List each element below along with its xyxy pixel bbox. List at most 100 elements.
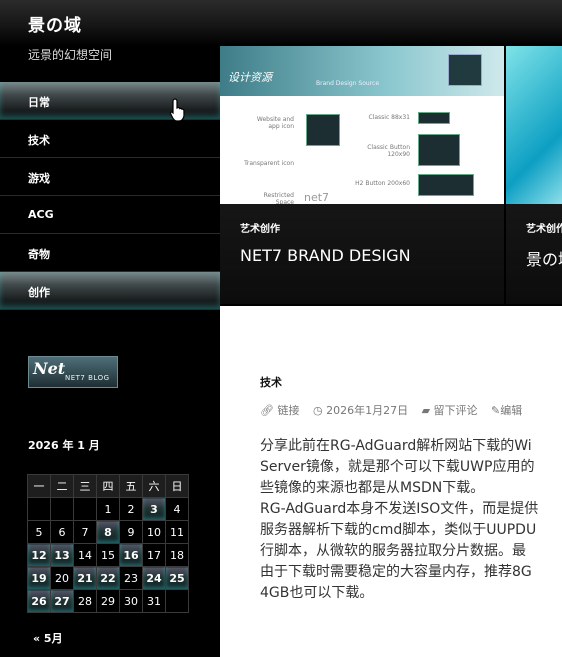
calendar-weekday: 一 [27,474,51,498]
menu-item-games[interactable]: 游戏 [0,158,220,196]
logo-wordmark: Net [33,359,66,378]
site-tagline: 远景的幻想空间 [28,48,113,62]
featured-category[interactable]: 艺术创作 [526,220,562,235]
featured-post-2[interactable]: 艺术创作 景の域 [506,46,562,304]
featured-caption: 艺术创作 景の域 [506,204,562,304]
calendar-empty-cell [50,497,74,521]
pencil-icon: ✎ [491,404,501,417]
article-line: 服务器解析下载的cmd脚本，类似于UUPDU [260,522,537,538]
article-line: 些镜像的来源也都是从MSDN下载。 [260,480,485,496]
menu-item-label: 创作 [28,286,50,299]
menu-item-label: 技术 [28,134,50,147]
featured-title[interactable]: 景の域 [526,246,562,270]
calendar-day[interactable]: 27 [50,589,74,613]
calendar-day: 28 [73,589,97,613]
calendar-week: 1234 [27,497,189,521]
calendar-day: 5 [27,520,51,544]
calendar-day[interactable]: 24 [142,566,166,590]
menu-item-acg[interactable]: ACG [0,196,220,234]
calendar-day[interactable]: 12 [27,543,51,567]
calendar-day: 17 [142,543,166,567]
post-format-link[interactable]: 🔗︎ 链接 [260,404,299,417]
logo-caption: NET7 BLOG [65,374,110,382]
post-format-label: 链接 [277,404,300,417]
menu-item-label: 游戏 [28,172,50,185]
clock-icon: ◷ [312,404,323,417]
calendar-week: 19 20 21 22 23 24 25 [27,566,189,590]
menu-item-label: ACG [28,208,54,221]
calendar-day: 18 [165,543,189,567]
calendar-weekday: 六 [142,474,166,498]
post-date: 2026年1月27日 [326,404,409,417]
image-label: Website and app icon [256,116,294,130]
featured-image-brand-design[interactable]: 设计资源 Brand Design Source Website and app… [220,46,504,204]
calendar-weekday: 二 [50,474,74,498]
calendar-day[interactable]: 13 [50,543,74,567]
image-label: Classic Button 120x90 [367,144,410,158]
featured-post-1[interactable]: 设计资源 Brand Design Source Website and app… [220,46,504,304]
site-header: 景の域 [0,0,562,46]
h2-button-icon [418,174,474,196]
menu-item-label: 日常 [28,96,50,109]
calendar-title: 2026 年 1 月 [28,439,100,452]
image-label: Restricted Space [263,192,294,204]
calendar-table: 一 二 三 四 五 六 日 1 2 3 4 5 6 7 8 9 10 11 12 13 14 15 16 17 1… [27,474,189,613]
post-date-link[interactable]: ◷ 2026年1月27日 [313,404,408,417]
menu-item-tech[interactable]: 技术 [0,120,220,158]
article-line: 4GB也可以下载。 [260,585,374,601]
calendar-day[interactable]: 25 [165,566,189,590]
article-body: 分享此前在RG-AdGuard解析网站下载的Wi Server镜像，就是那个可以… [260,436,562,604]
calendar-day[interactable]: 22 [96,566,120,590]
calendar-day: 20 [50,566,74,590]
calendar-day[interactable]: 3 [142,497,166,521]
calendar-weekday: 五 [119,474,143,498]
calendar-empty-cell [165,589,189,613]
net7-blog-logo[interactable]: Net NET7 BLOG [28,356,118,388]
featured-caption: 艺术创作 NET7 BRAND DESIGN [220,204,504,304]
featured-category[interactable]: 艺术创作 [240,220,280,235]
calendar-day: 11 [165,520,189,544]
article: 技术 🔗︎ 链接 ◷ 2026年1月27日 ▰ 留下评论 ✎编辑 分享此前在RG… [220,306,562,657]
calendar-prev-link[interactable]: « 5月 [33,630,63,646]
menu-item-creation[interactable]: 创作 [0,272,220,310]
article-line: 由于下载时需要稳定的大容量内存，推荐8G [260,564,532,580]
calendar-day: 31 [142,589,166,613]
featured-title[interactable]: NET7 BRAND DESIGN [240,246,411,265]
calendar-day: 6 [50,520,74,544]
article-line: Server镜像，就是那个可以下载UWP应用的 [260,459,535,475]
comment-link[interactable]: ▰ 留下评论 [422,404,478,417]
menu-item-curios[interactable]: 奇物 [0,234,220,272]
sidebar: 远景的幻想空间 日常 技术 游戏 ACG 奇物 创作 Net NET7 BLOG… [0,46,220,657]
edit-link[interactable]: ✎编辑 [491,404,522,417]
calendar-weekday: 日 [165,474,189,498]
classic-badge-icon [418,112,450,124]
net7-app-icon [306,114,340,146]
comment-icon: ▰ [421,404,431,417]
calendar-day[interactable]: 8 [96,520,120,544]
calendar-day: 9 [119,520,143,544]
calendar-week: 12 13 14 15 16 17 18 [27,543,189,567]
classic-button-icon [418,134,460,166]
edit-label: 编辑 [500,404,523,417]
calendar-day[interactable]: 26 [27,589,51,613]
image-banner: 设计资源 Brand Design Source [220,46,504,96]
calendar-day: 30 [119,589,143,613]
calendar-day[interactable]: 16 [119,543,143,567]
comment-label: 留下评论 [433,404,478,417]
image-wordmark: net7 [304,191,330,204]
calendar-day: 7 [73,520,97,544]
menu-item-label: 奇物 [28,248,50,261]
site-title[interactable]: 景の域 [28,11,82,36]
calendar-week: 5 6 7 8 9 10 11 [27,520,189,544]
calendar-day[interactable]: 21 [73,566,97,590]
link-icon: 🔗︎ [260,404,274,417]
calendar-day[interactable]: 19 [27,566,51,590]
calendar-weekday: 四 [96,474,120,498]
image-subheading: Brand Design Source [316,80,380,87]
article-category[interactable]: 技术 [260,374,282,390]
calendar-weekday: 三 [73,474,97,498]
image-label: Classic 88x31 [368,114,410,121]
featured-image-2[interactable] [506,46,562,204]
article-line: RG-AdGuard本身不发送ISO文件，而是提供 [260,501,539,517]
article-line: 行脚本，从微软的服务器拉取分片数据。最 [260,543,526,559]
